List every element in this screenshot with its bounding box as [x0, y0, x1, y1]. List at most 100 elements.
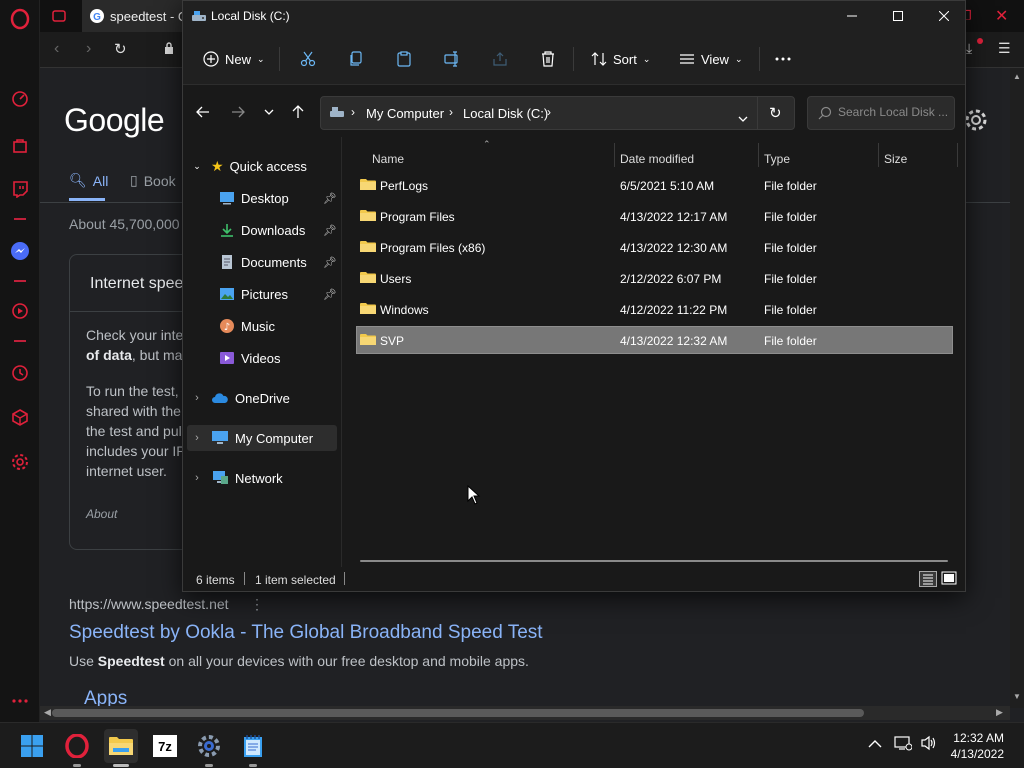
chevron-right-icon[interactable]: › — [187, 472, 207, 484]
taskbar-opera[interactable] — [60, 729, 94, 767]
page-vertical-scrollbar[interactable]: ▲ ▼ — [1010, 68, 1024, 708]
pin-icon[interactable]: 📌︎ — [323, 256, 337, 269]
nav-quick-access[interactable]: ⌄ ★ Quick access — [187, 153, 337, 179]
sort-button[interactable]: Sort ⌄ — [591, 45, 650, 73]
pin-icon[interactable]: 📌︎ — [323, 288, 337, 301]
chevron-right-icon[interactable]: › — [187, 392, 207, 404]
back-icon[interactable]: ‹ — [54, 40, 59, 58]
paste-button[interactable] — [396, 45, 412, 73]
search-box[interactable] — [807, 96, 955, 130]
nav-item-downloads[interactable]: Downloads 📌︎ — [219, 217, 337, 243]
column-header-size[interactable]: Size — [884, 145, 907, 173]
taskbar-settings[interactable] — [192, 729, 226, 767]
column-header-type[interactable]: Type — [764, 145, 790, 173]
file-row[interactable]: Program Files 4/13/2022 12:17 AM File fo… — [356, 202, 953, 230]
nav-my-computer[interactable]: › My Computer — [187, 425, 337, 451]
column-separator[interactable] — [614, 143, 615, 167]
tab-workspace-icon[interactable] — [52, 0, 66, 32]
chevron-right-icon[interactable]: › — [187, 432, 207, 444]
volume-icon[interactable] — [920, 735, 938, 756]
nav-item-pictures[interactable]: Pictures 📌︎ — [219, 281, 337, 307]
nav-item-desktop[interactable]: Desktop 📌︎ — [219, 185, 337, 211]
settings-gear-icon[interactable] — [964, 108, 988, 137]
system-clock[interactable]: 12:32 AM 4/13/2022 — [951, 730, 1004, 762]
new-button[interactable]: New ⌄ — [203, 45, 265, 73]
taskbar-notepad[interactable] — [236, 729, 270, 767]
breadcrumb-separator-icon[interactable]: › — [351, 105, 355, 119]
reload-icon[interactable]: ↻ — [114, 40, 127, 58]
network-tray-icon[interactable] — [894, 735, 913, 756]
result-menu-icon[interactable]: ⋮ — [250, 596, 264, 613]
tab-all[interactable]: 🔍︎ All — [69, 172, 108, 189]
result-url[interactable]: https://www.speedtest.net — [69, 596, 229, 612]
extensions-icon[interactable] — [9, 406, 31, 428]
breadcrumb-my-computer[interactable]: My Computer — [366, 106, 444, 121]
scroll-thumb[interactable] — [52, 709, 864, 717]
forward-icon[interactable]: › — [86, 40, 91, 58]
refresh-icon[interactable]: ↻ — [769, 104, 782, 122]
taskbar-file-explorer[interactable] — [104, 729, 138, 767]
breadcrumb-separator-icon[interactable]: › — [449, 105, 453, 119]
file-row[interactable]: Program Files (x86) 4/13/2022 12:30 AM F… — [356, 233, 953, 261]
share-button[interactable] — [492, 45, 508, 73]
google-logo[interactable]: Google — [64, 102, 165, 139]
details-view-button[interactable] — [919, 571, 937, 587]
up-button[interactable] — [287, 101, 309, 123]
file-row-selected[interactable]: SVP 4/13/2022 12:32 AM File folder — [356, 326, 953, 354]
explorer-title-bar[interactable]: Local Disk (C:) — [183, 1, 965, 33]
speed-dial-icon[interactable] — [9, 88, 31, 110]
rename-button[interactable] — [444, 45, 460, 73]
maximize-button[interactable] — [875, 1, 921, 31]
tab-books[interactable]: ▯ Book — [130, 172, 176, 189]
history-icon[interactable] — [9, 362, 31, 384]
pin-icon[interactable]: 📌︎ — [323, 224, 337, 237]
back-button[interactable] — [192, 101, 214, 123]
delete-button[interactable] — [540, 45, 556, 73]
see-more-button[interactable] — [775, 45, 791, 73]
result-title-link[interactable]: Speedtest by Ookla - The Global Broadban… — [69, 622, 543, 644]
view-button[interactable]: View ⌄ — [679, 45, 743, 73]
address-breadcrumb[interactable]: › My Computer › Local Disk (C:) › ↻ — [320, 96, 795, 130]
chevron-down-icon[interactable]: ⌄ — [187, 161, 207, 172]
apps-heading[interactable]: Apps — [84, 688, 127, 708]
file-row[interactable]: PerfLogs 6/5/2021 5:10 AM File folder — [356, 171, 953, 199]
file-row[interactable]: Users 2/12/2022 6:07 PM File folder — [356, 264, 953, 292]
file-row[interactable]: Windows 4/12/2022 11:22 PM File folder — [356, 295, 953, 323]
large-icons-view-button[interactable] — [941, 571, 959, 587]
player-icon[interactable] — [9, 300, 31, 322]
file-list-scrollbar[interactable] — [360, 560, 948, 562]
download-icon[interactable]: ⤓ — [966, 40, 972, 57]
page-horizontal-scrollbar[interactable]: ◀ ▶ — [40, 706, 1010, 720]
copy-button[interactable] — [348, 45, 364, 73]
easy-setup-icon[interactable]: ☰ — [998, 40, 1011, 57]
column-separator[interactable] — [758, 143, 759, 167]
nav-onedrive[interactable]: › OneDrive — [187, 385, 337, 411]
column-header-date[interactable]: Date modified — [620, 145, 694, 173]
recent-locations-button[interactable] — [258, 101, 280, 123]
gear-icon[interactable] — [9, 451, 31, 473]
twitch-icon[interactable] — [9, 178, 31, 200]
browser-close-icon[interactable]: ✕ — [995, 0, 1008, 32]
tray-chevron-up-icon[interactable] — [868, 736, 882, 754]
close-button[interactable] — [921, 1, 967, 31]
breadcrumb-separator-icon[interactable]: › — [547, 105, 551, 119]
bag-icon[interactable] — [9, 134, 31, 156]
pin-icon[interactable]: 📌︎ — [323, 192, 337, 205]
nav-item-documents[interactable]: Documents 📌︎ — [219, 249, 337, 275]
messenger-icon[interactable] — [9, 240, 31, 262]
breadcrumb-local-disk[interactable]: Local Disk (C:) — [463, 106, 548, 121]
minimize-button[interactable] — [829, 1, 875, 31]
column-header-name[interactable]: Name — [372, 145, 404, 173]
nav-item-music[interactable]: ♪ Music — [219, 313, 337, 339]
search-input[interactable] — [838, 105, 950, 119]
start-button[interactable] — [15, 729, 49, 763]
more-icon[interactable] — [9, 690, 31, 712]
taskbar-7zip[interactable]: 7z — [148, 729, 182, 763]
forward-button[interactable] — [227, 101, 249, 123]
nav-network[interactable]: › Network — [187, 465, 337, 491]
column-separator[interactable] — [957, 143, 958, 167]
nav-item-videos[interactable]: Videos — [219, 345, 337, 371]
cut-button[interactable] — [300, 45, 316, 73]
card-about-link[interactable]: About — [86, 507, 117, 521]
opera-logo-icon[interactable] — [9, 8, 31, 30]
